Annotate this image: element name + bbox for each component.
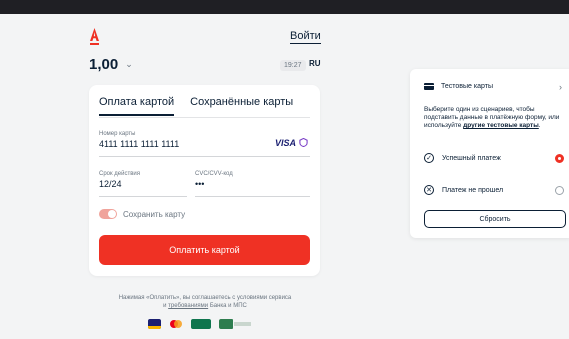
legal-line-1: Нажимая «Оплатить», вы соглашаетесь с ус… [118, 295, 292, 301]
legal-line-2-post: Банка и МПС [208, 303, 247, 309]
top-bar [0, 0, 569, 14]
test-cards-description: Выберите один из сценариев, чтобы подста… [424, 106, 564, 130]
save-card-label: Сохранить карту [123, 209, 186, 219]
chevron-right-icon[interactable]: › [559, 82, 562, 92]
option-success-radio[interactable] [555, 153, 564, 163]
expiry-label: Срок действия [99, 171, 141, 177]
tabs-divider [99, 117, 310, 118]
visa-logo: VISA [274, 138, 296, 148]
pay-button[interactable]: Оплатить картой [99, 235, 310, 265]
other-test-cards-link[interactable]: другие тестовые карты [463, 122, 539, 129]
card-number-label: Номер карты [99, 131, 136, 137]
legal-text: Нажимая «Оплатить», вы соглашаетесь с ус… [100, 294, 310, 310]
option-success[interactable]: ✓ Успешный платеж [424, 153, 564, 163]
chevron-down-icon: ⌄ [125, 59, 133, 69]
option-failed-label: Платеж не прошел [442, 186, 504, 194]
secure-shield-icon [299, 138, 308, 147]
login-link[interactable]: Войти [290, 30, 321, 44]
payment-tabs: Оплата картой Сохранённые карты [99, 96, 293, 116]
mir-badge-icon [191, 319, 211, 329]
cvc-value: ••• [195, 179, 205, 189]
alfa-logo-icon [90, 28, 99, 45]
reset-button[interactable]: Сбросить [424, 210, 566, 228]
tab-pay-by-card[interactable]: Оплата картой [99, 96, 175, 116]
mastercard-badge-icon [170, 320, 182, 328]
cvc-label: CVC/CVV-код [195, 171, 233, 177]
test-cards-panel: Тестовые карты › Выберите один из сценар… [410, 69, 569, 238]
amount-decimal: ,00 [97, 56, 119, 73]
tab-saved-cards[interactable]: Сохранённые карты [190, 96, 293, 116]
requirements-link[interactable]: требованиями [168, 303, 208, 309]
option-failed[interactable]: ✕ Платеж не прошел [424, 185, 564, 195]
pci-dss-badge-icon [219, 319, 251, 329]
payment-system-logos [148, 319, 251, 329]
expiry-value: 12/24 [99, 179, 122, 189]
test-cards-title: Тестовые карты [441, 83, 493, 90]
save-card-toggle[interactable] [99, 209, 117, 219]
test-cards-header[interactable]: Тестовые карты [424, 83, 493, 90]
time-badge: 19:27 [280, 60, 306, 71]
check-circle-icon: ✓ [424, 153, 434, 163]
save-card-row: Сохранить карту [99, 209, 185, 219]
expiry-field[interactable]: Срок действия 12/24 [99, 171, 187, 197]
option-success-label: Успешный платеж [442, 154, 501, 162]
card-icon [424, 83, 434, 90]
payment-card: Оплата картой Сохранённые карты Номер ка… [89, 85, 320, 276]
option-failed-radio[interactable] [555, 185, 564, 195]
card-number-field[interactable]: Номер карты 4111 1111 1111 1111 VISA [99, 131, 310, 157]
x-circle-icon: ✕ [424, 185, 434, 195]
visa-badge-icon [148, 319, 161, 329]
description-end: . [538, 122, 541, 129]
cvc-field[interactable]: CVC/CVV-код ••• [195, 171, 310, 197]
amount-selector[interactable]: 1,00 ⌄ [89, 56, 133, 73]
language-switch[interactable]: RU [309, 59, 321, 68]
